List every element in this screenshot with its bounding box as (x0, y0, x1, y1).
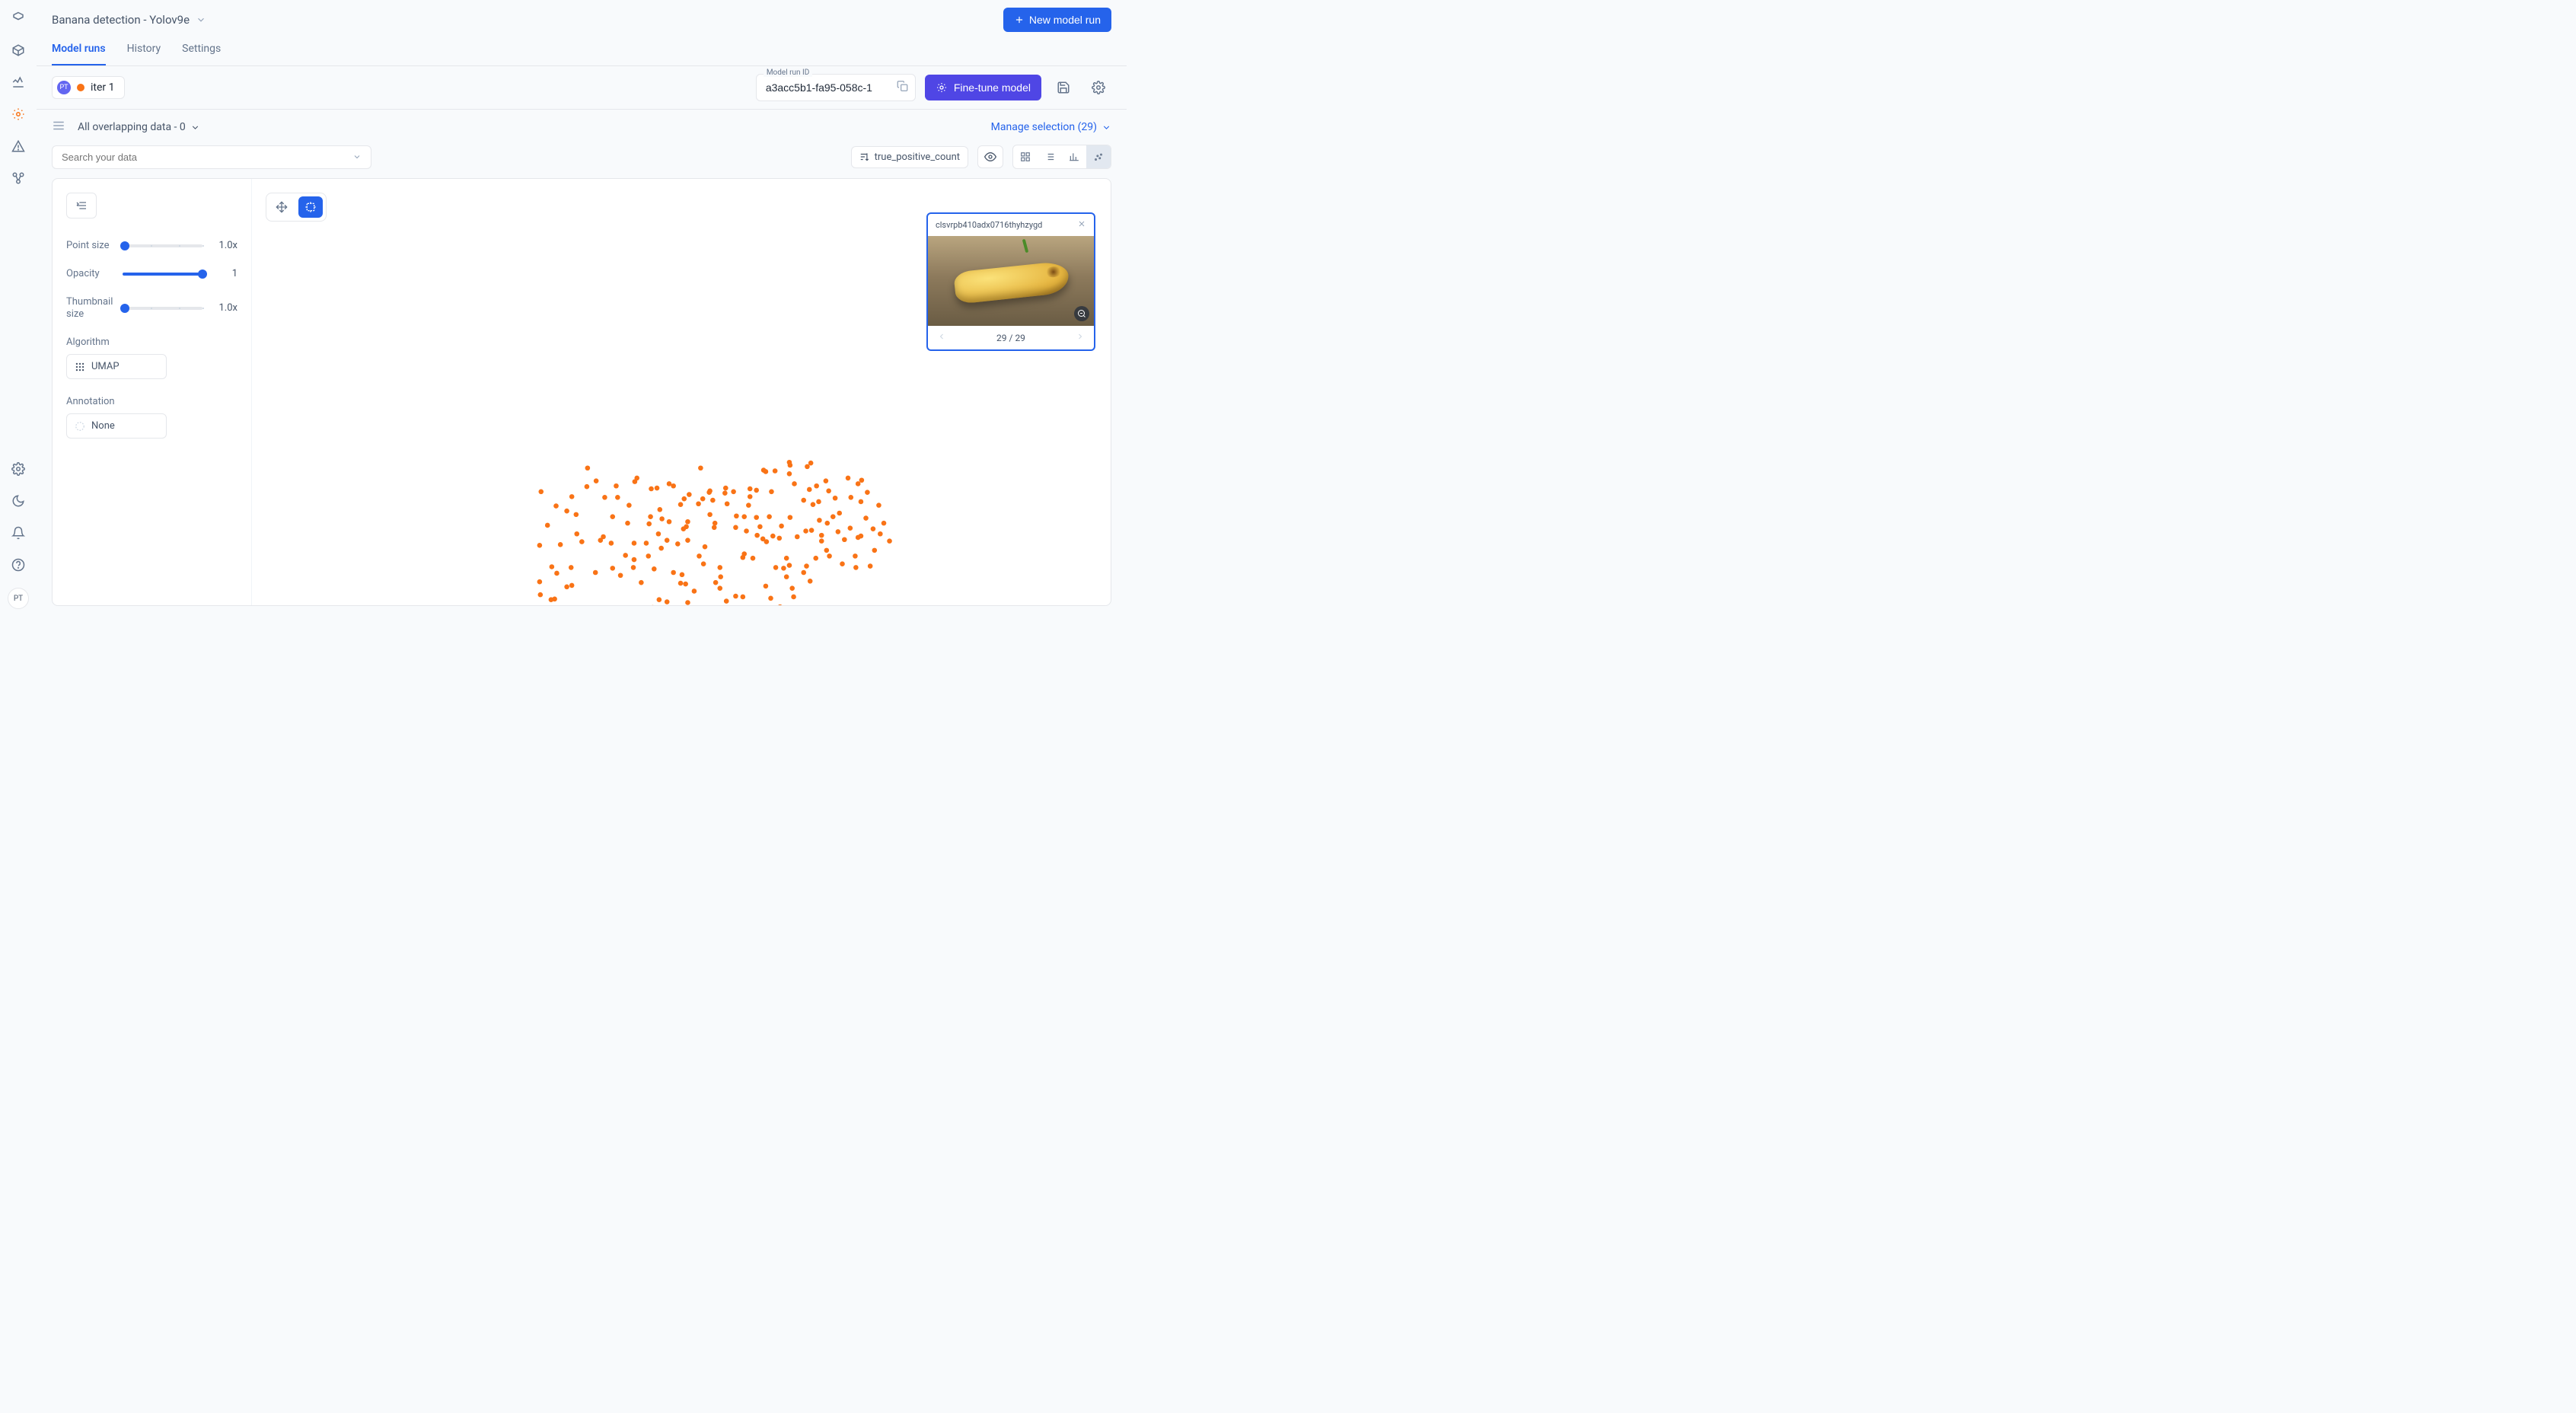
run-id-label: Model run ID (764, 69, 812, 77)
help-icon[interactable] (9, 556, 27, 574)
notifications-icon[interactable] (9, 524, 27, 542)
settings-icon[interactable] (9, 460, 27, 478)
collapse-panel-button[interactable] (66, 193, 97, 218)
annotation-label: Annotation (66, 396, 238, 407)
status-dot (77, 84, 84, 91)
iteration-owner-avatar: PT (57, 81, 71, 94)
thumbnail-size-label: Thumbnail size (66, 296, 113, 320)
thumbnail-size-slider[interactable] (123, 307, 202, 310)
tab-settings[interactable]: Settings (182, 43, 221, 65)
prev-button[interactable] (934, 330, 949, 345)
indent-icon (75, 199, 88, 212)
breadcrumb-title: Banana detection - Yolov9e (52, 13, 190, 27)
preview-image[interactable] (928, 236, 1094, 326)
chevron-down-icon (352, 152, 362, 161)
chevron-down-icon (1101, 123, 1111, 132)
new-model-run-label: New model run (1029, 14, 1101, 26)
tab-model-runs[interactable]: Model runs (52, 43, 106, 65)
preview-card: clsvrpb410adx0716thyhzygd (926, 212, 1095, 351)
point-size-slider[interactable] (123, 244, 202, 247)
close-icon[interactable] (1077, 219, 1086, 231)
sparkle-icon (936, 81, 948, 94)
point-size-value: 1.0x (212, 240, 238, 251)
workflows-icon[interactable] (9, 169, 27, 187)
view-scatter-button[interactable] (1086, 145, 1111, 168)
iteration-chip[interactable]: PT iter 1 (52, 76, 125, 99)
preview-id: clsvrpb410adx0716thyhzygd (936, 220, 1042, 230)
algorithm-value: UMAP (91, 361, 120, 372)
view-mode-group (1012, 145, 1111, 169)
chevron-down-icon (196, 14, 206, 25)
visibility-toggle[interactable] (977, 145, 1003, 168)
menu-icon[interactable] (52, 119, 65, 136)
issues-icon[interactable] (9, 137, 27, 155)
sort-icon (859, 152, 870, 162)
preview-counter: 29 / 29 (996, 333, 1025, 343)
sort-label: true_positive_count (875, 152, 960, 163)
run-settings-icon[interactable] (1086, 75, 1111, 100)
point-size-label: Point size (66, 240, 113, 251)
sort-pill[interactable]: true_positive_count (851, 146, 968, 168)
fine-tune-button[interactable]: Fine-tune model (925, 75, 1041, 100)
thumbnail-size-value: 1.0x (212, 302, 238, 314)
search-input[interactable] (62, 152, 352, 163)
models-icon[interactable] (9, 105, 27, 123)
zoom-out-icon[interactable] (1074, 306, 1089, 321)
iteration-label: iter 1 (91, 81, 115, 94)
view-grid-button[interactable] (1013, 145, 1038, 168)
fine-tune-label: Fine-tune model (954, 81, 1031, 94)
algorithm-select[interactable]: UMAP (66, 354, 167, 379)
scatter-icon (1093, 152, 1104, 162)
theme-icon[interactable] (9, 492, 27, 510)
grid-icon (1020, 152, 1031, 162)
plus-icon (1014, 14, 1025, 25)
opacity-label: Opacity (66, 268, 113, 279)
algorithm-label: Algorithm (66, 337, 238, 348)
opacity-value: 1 (212, 268, 238, 279)
chevron-down-icon (190, 123, 200, 132)
new-model-run-button[interactable]: New model run (1003, 8, 1111, 32)
data-scope-label: All overlapping data - 0 (78, 121, 186, 133)
circle-dashed-icon (75, 421, 85, 432)
save-icon[interactable] (1050, 75, 1076, 100)
annotation-value: None (91, 420, 115, 432)
annotation-select[interactable]: None (66, 413, 167, 439)
breadcrumb[interactable]: Banana detection - Yolov9e (52, 13, 206, 27)
copy-icon[interactable] (897, 81, 908, 95)
next-button[interactable] (1073, 330, 1088, 345)
opacity-slider[interactable] (123, 273, 202, 276)
user-avatar[interactable]: PT (8, 588, 29, 609)
logo-icon[interactable] (9, 9, 27, 27)
view-chart-button[interactable] (1062, 145, 1086, 168)
search-input-wrap[interactable] (52, 145, 371, 169)
analytics-icon[interactable] (9, 73, 27, 91)
eye-icon (984, 151, 996, 163)
run-id-field[interactable] (756, 74, 916, 101)
bar-chart-icon (1069, 152, 1079, 162)
manage-selection-link[interactable]: Manage selection (29) (991, 121, 1111, 133)
grid-dots-icon (75, 362, 85, 372)
datasets-icon[interactable] (9, 41, 27, 59)
manage-selection-label: Manage selection (29) (991, 121, 1097, 133)
view-list-button[interactable] (1038, 145, 1062, 168)
data-scope-dropdown[interactable]: All overlapping data - 0 (78, 121, 200, 133)
tab-history[interactable]: History (127, 43, 161, 65)
list-icon (1044, 152, 1055, 162)
